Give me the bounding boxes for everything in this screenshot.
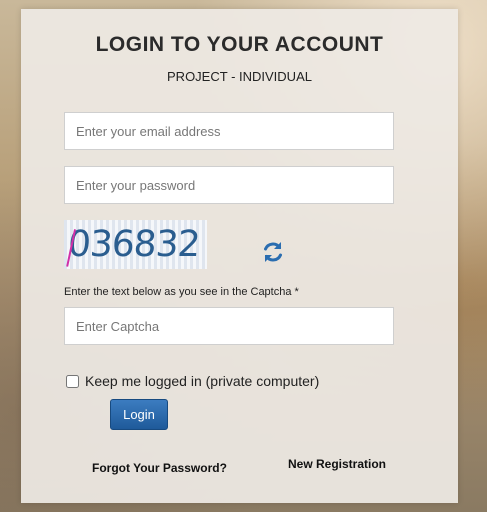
forgot-password-link[interactable]: Forgot Your Password? — [92, 461, 227, 475]
captcha-image-text: 036832 — [66, 224, 201, 265]
remember-me-checkbox[interactable] — [66, 374, 79, 388]
new-registration-link[interactable]: New Registration — [288, 457, 386, 471]
remember-me-label: Keep me logged in (private computer) — [85, 373, 320, 389]
email-field[interactable] — [64, 112, 394, 150]
captcha-input[interactable] — [64, 307, 394, 345]
password-field[interactable] — [64, 166, 394, 204]
captcha-instruction: Enter the text below as you see in the C… — [64, 286, 299, 298]
page-subtitle: PROJECT - INDIVIDUAL — [167, 69, 312, 84]
refresh-captcha-icon[interactable] — [259, 238, 287, 266]
login-button[interactable]: Login — [110, 399, 168, 430]
login-card: LOGIN TO YOUR ACCOUNT PROJECT - INDIVIDU… — [21, 9, 458, 503]
remember-me[interactable]: Keep me logged in (private computer) — [66, 373, 319, 389]
captcha-image: 036832 — [64, 220, 207, 269]
page-title: LOGIN TO YOUR ACCOUNT — [95, 33, 384, 56]
